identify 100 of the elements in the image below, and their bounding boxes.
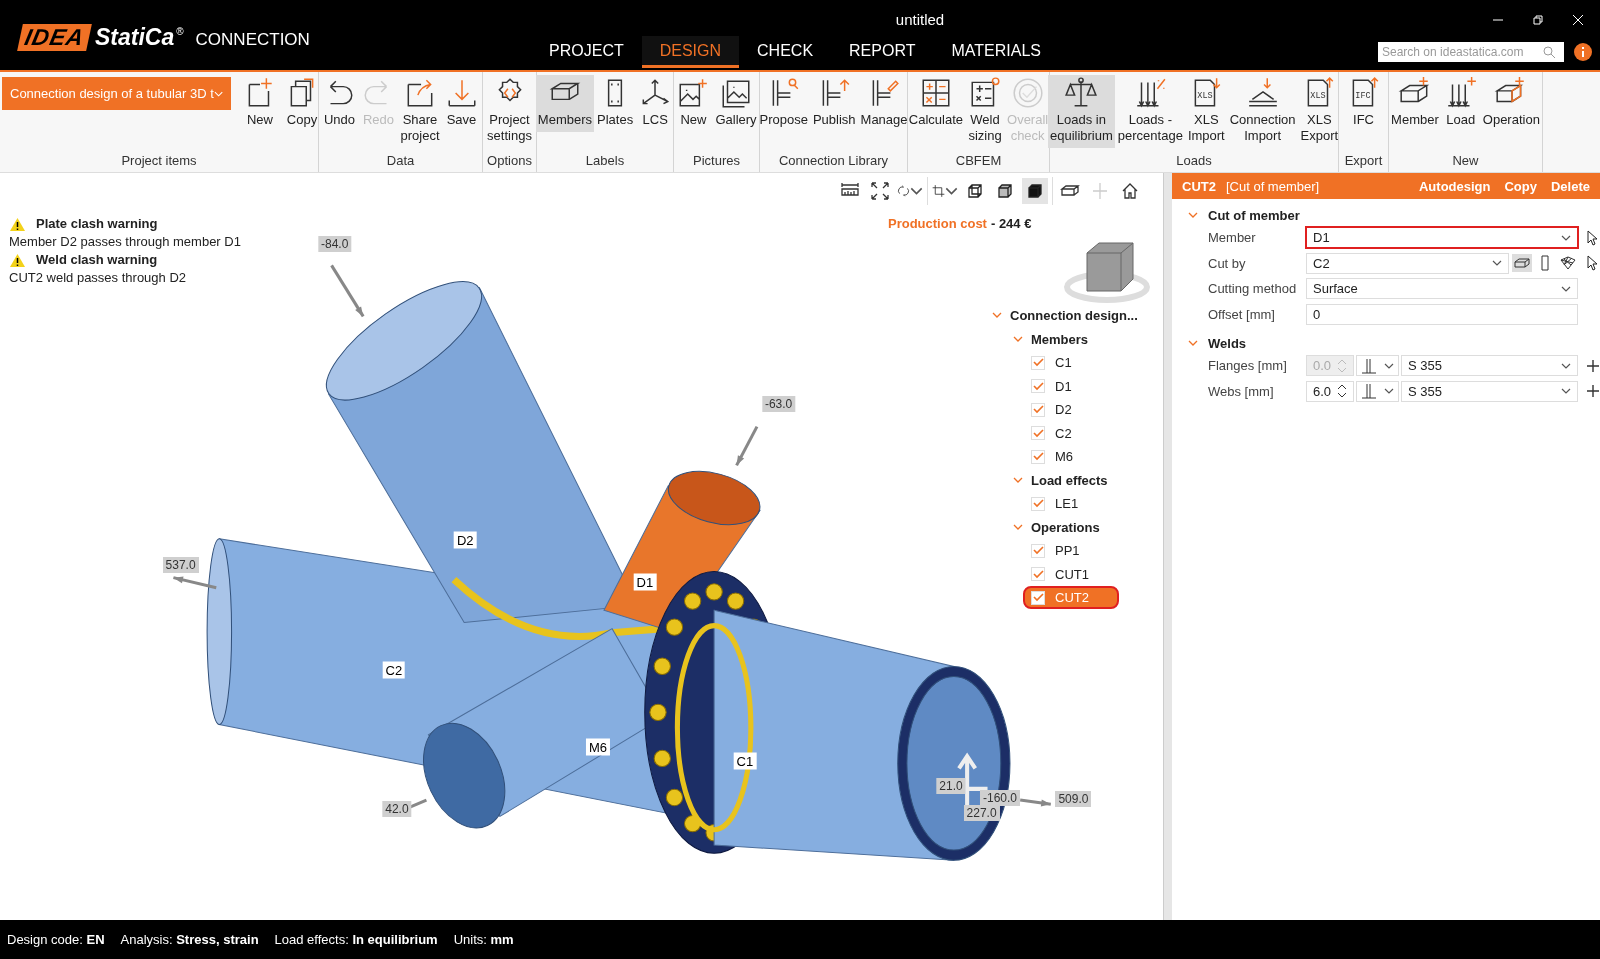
tree-item[interactable]: D1 [1023, 374, 1119, 398]
axes-icon [642, 79, 670, 105]
ribbon-button[interactable]: XLS XLS Export [1298, 75, 1341, 148]
ribbon-button[interactable]: Save [442, 75, 481, 132]
checkbox[interactable] [1031, 449, 1045, 464]
chevron-icon[interactable] [1188, 212, 1198, 219]
ribbon-button[interactable]: LCS [636, 75, 675, 132]
dropdown-field[interactable]: Surface [1306, 278, 1578, 300]
info-icon[interactable] [1574, 43, 1592, 61]
checkbox[interactable] [1031, 426, 1045, 441]
ribbon-button[interactable]: Load [1441, 75, 1480, 132]
new-page-icon [248, 77, 273, 107]
ribbon-button[interactable]: Copy [283, 75, 321, 132]
load-value: -63.0 [761, 396, 796, 413]
ribbon-button[interactable]: Gallery [713, 75, 759, 132]
restore-icon[interactable] [1530, 12, 1546, 28]
ribbon-button[interactable]: Connection Import [1227, 75, 1298, 148]
tree-item[interactable]: M6 [1023, 445, 1119, 469]
ribbon-button[interactable]: Operation [1480, 75, 1542, 132]
tree-item[interactable]: C1 [1023, 351, 1119, 375]
chevron-icon[interactable] [992, 312, 1002, 320]
field-label: Offset [mm] [1208, 306, 1276, 322]
material-dropdown[interactable]: S 355 [1401, 380, 1578, 402]
close-icon[interactable] [1570, 12, 1586, 28]
pick-cursor-icon[interactable] [1586, 255, 1600, 272]
status-item: Design code: EN [7, 932, 105, 947]
menu-tab[interactable]: CHECK [739, 36, 832, 68]
dropdown-field[interactable]: C2 [1306, 252, 1509, 274]
home-icon[interactable] [1120, 181, 1140, 201]
redo-icon [365, 80, 388, 105]
ribbon-button[interactable]: Members [535, 75, 595, 132]
ribbon-button[interactable]: IFC IFC [1344, 75, 1383, 132]
checkbox[interactable] [1031, 496, 1045, 511]
ribbon-button[interactable]: Propose [757, 75, 810, 132]
beam-icon[interactable] [1512, 254, 1532, 273]
search-icon[interactable] [1542, 45, 1556, 59]
calculator-gear-icon [971, 77, 1000, 107]
chevron-icon[interactable] [1013, 523, 1023, 531]
chevron-icon[interactable] [1013, 335, 1023, 343]
view-mode-icon[interactable] [1022, 178, 1048, 204]
checkbox[interactable] [1031, 543, 1045, 558]
ribbon-button[interactable]: Loads in equilibrium [1047, 75, 1115, 148]
import-icon [1248, 77, 1278, 107]
member-label: D2 [454, 531, 477, 549]
add-icon[interactable] [1586, 384, 1600, 399]
ribbon-button[interactable]: New [674, 75, 713, 132]
tree-group-label[interactable]: Operations [1031, 519, 1100, 535]
weld-symbol-icon [1361, 357, 1377, 374]
tree-item[interactable]: PP1 [1023, 539, 1119, 563]
fit-view-icon[interactable] [870, 181, 890, 201]
chevron-icon[interactable] [1013, 476, 1023, 484]
ribbon-button[interactable]: Publish [810, 75, 858, 132]
ribbon-button[interactable]: Plates [595, 75, 636, 132]
calculator-icon [922, 79, 950, 107]
number-field[interactable]: 6.0 [1306, 380, 1354, 402]
field-label: Member [1208, 230, 1257, 246]
load-value: 537.0 [162, 557, 199, 574]
member-label: D1 [633, 573, 657, 591]
input-field[interactable]: 0 [1306, 303, 1578, 325]
ribbon-button[interactable]: Member [1389, 75, 1441, 132]
ribbon-button[interactable]: New [241, 75, 279, 132]
tree-group-label[interactable]: Load effects [1031, 472, 1108, 488]
menu-tab[interactable]: MATERIALS [933, 36, 1059, 68]
weld-type-dropdown[interactable] [1356, 355, 1399, 377]
gallery-icon [722, 80, 750, 108]
spinner-icon[interactable] [1337, 384, 1347, 399]
dropdown-field[interactable]: D1 [1306, 227, 1578, 249]
tree-item[interactable]: CUT1 [1023, 562, 1119, 586]
file-import-icon [1194, 77, 1221, 107]
menu-tab[interactable]: DESIGN [641, 36, 740, 68]
chevron-icon[interactable] [1188, 340, 1198, 347]
window-title: untitled [895, 11, 945, 28]
checkbox[interactable] [1031, 567, 1045, 582]
menu-tab[interactable]: REPORT [831, 36, 934, 68]
add-icon[interactable] [1586, 358, 1600, 373]
checkbox[interactable] [1031, 402, 1045, 417]
ribbon-button[interactable]: Loads - percentage [1115, 75, 1185, 148]
warning-message: CUT2 weld passes through D2 [9, 269, 188, 287]
tree-item[interactable]: D2 [1023, 398, 1119, 422]
checkbox[interactable] [1031, 379, 1045, 394]
tree-group-label[interactable]: Members [1031, 331, 1089, 347]
product-name: CONNECTION [195, 30, 310, 50]
checkbox[interactable] [1031, 590, 1045, 605]
ribbon-button[interactable]: Undo [320, 75, 359, 132]
weld-type-dropdown[interactable] [1356, 380, 1399, 402]
menu-tab[interactable]: PROJECT [531, 36, 642, 68]
tree-item[interactable]: C2 [1023, 421, 1119, 445]
ribbon-button[interactable]: Project settings [485, 75, 534, 148]
search-field[interactable]: Search on ideastatica.com [1378, 42, 1564, 62]
pick-cursor-icon[interactable] [1586, 229, 1600, 246]
tree-group-label[interactable]: Connection design... [1010, 308, 1138, 324]
ribbon-button[interactable]: Share project [398, 75, 442, 148]
load-percent-icon [1136, 78, 1166, 108]
load-arrow [735, 425, 759, 467]
ribbon-button[interactable]: XLS XLS Import [1185, 75, 1227, 148]
ribbon-button[interactable]: Weld sizing [966, 75, 1004, 148]
checkbox[interactable] [1031, 355, 1045, 370]
tree-item[interactable]: LE1 [1023, 492, 1119, 516]
caret-icon [1384, 388, 1394, 395]
status-item: Load effects: In equilibrium [274, 932, 438, 947]
